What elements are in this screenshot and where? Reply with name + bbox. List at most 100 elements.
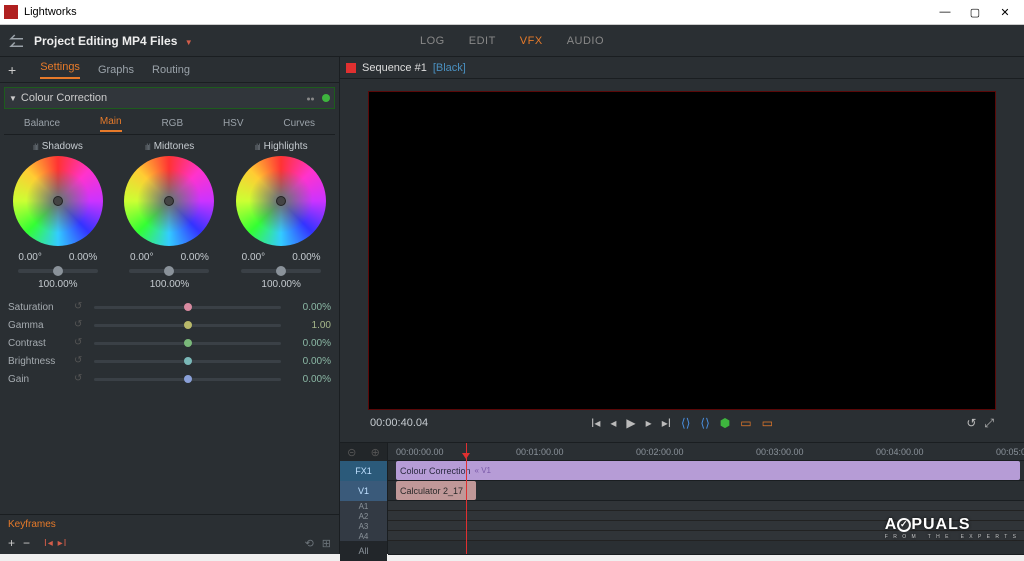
viewer-screen[interactable] xyxy=(368,91,996,410)
slider-value: 1.00 xyxy=(289,320,331,331)
slider-gamma[interactable]: Gamma ↺ 1.00 xyxy=(8,316,331,334)
mode-tab-edit[interactable]: EDIT xyxy=(469,35,496,47)
slider-value: 0.00% xyxy=(289,302,331,313)
track-label-all[interactable]: All xyxy=(340,541,387,561)
window-minimize-button[interactable]: — xyxy=(930,1,960,23)
subtab-main[interactable]: Main xyxy=(100,116,122,132)
shadows-gain-slider[interactable] xyxy=(18,269,98,273)
panel-tab-routing[interactable]: Routing xyxy=(152,64,190,76)
playhead[interactable] xyxy=(466,443,467,554)
track-v1[interactable]: Calculator 2_17 xyxy=(388,481,1024,501)
slider-brightness[interactable]: Brightness ↺ 0.00% xyxy=(8,352,331,370)
subtab-hsv[interactable]: HSV xyxy=(223,118,244,129)
slider-contrast[interactable]: Contrast ↺ 0.00% xyxy=(8,334,331,352)
midtones-gain-slider[interactable] xyxy=(129,269,209,273)
clip-calculator[interactable]: Calculator 2_17 xyxy=(396,481,476,500)
subtab-balance[interactable]: Balance xyxy=(24,118,60,129)
window-titlebar: Lightworks — ▢ ✕ xyxy=(0,0,1024,25)
slider-track[interactable] xyxy=(94,360,281,363)
mark-out-button[interactable]: ⟨⟩ xyxy=(700,416,709,430)
slider-track[interactable] xyxy=(94,306,281,309)
slider-name: Gain xyxy=(8,374,66,385)
window-maximize-button[interactable]: ▢ xyxy=(960,1,990,23)
reset-icon[interactable]: ↺ xyxy=(74,319,86,331)
slider-track[interactable] xyxy=(94,324,281,327)
reset-icon[interactable]: ↺ xyxy=(74,373,86,385)
app-icon xyxy=(4,5,18,19)
reset-icon[interactable]: ↺ xyxy=(74,337,86,349)
zoom-in-icon[interactable]: ⊕ xyxy=(371,446,380,459)
goto-start-button[interactable]: I◂ xyxy=(591,416,600,430)
ruler-mark: 00:05:00.00 xyxy=(996,447,1024,457)
layout-b-button[interactable]: ▭ xyxy=(762,416,773,430)
track-label-a4[interactable]: A4 xyxy=(340,531,387,541)
kf-graph-icon[interactable]: ⊞ xyxy=(322,537,331,550)
fullscreen-button[interactable]: ⤢ xyxy=(984,416,994,431)
timeline-area[interactable]: 00:00:00.00 00:01:00.00 00:02:00.00 00:0… xyxy=(388,443,1024,554)
park-button[interactable]: ⬢ xyxy=(720,416,730,430)
step-back-button[interactable]: ◂ xyxy=(610,416,616,430)
track-a4[interactable] xyxy=(388,531,1024,541)
shadows-deg: 0.00° xyxy=(18,252,41,263)
sequence-name[interactable]: Sequence #1 xyxy=(362,62,427,74)
slider-saturation[interactable]: Saturation ↺ 0.00% xyxy=(8,298,331,316)
app-title: Lightworks xyxy=(24,6,930,18)
panel-tab-graphs[interactable]: Graphs xyxy=(98,64,134,76)
subtab-curves[interactable]: Curves xyxy=(283,118,315,129)
subtab-rgb[interactable]: RGB xyxy=(161,118,183,129)
kf-transport[interactable]: I◂ ▸I xyxy=(44,538,67,549)
track-label-fx1[interactable]: FX1 xyxy=(340,461,387,481)
kf-add-button[interactable]: + xyxy=(8,536,15,550)
layout-a-button[interactable]: ▭ xyxy=(740,416,751,430)
track-a3[interactable] xyxy=(388,521,1024,531)
reset-icon[interactable]: ↺ xyxy=(74,355,86,367)
panel-tab-settings[interactable]: Settings xyxy=(40,61,80,79)
clip-colour-correction[interactable]: Colour Correction « V1 xyxy=(396,461,1020,480)
track-fx1[interactable]: Colour Correction « V1 xyxy=(388,461,1024,481)
enable-toggle[interactable] xyxy=(322,94,330,102)
reset-icon[interactable]: ↺ xyxy=(74,301,86,313)
slider-name: Brightness xyxy=(8,356,66,367)
wheel-midtones-picker[interactable] xyxy=(124,156,214,246)
ruler-mark: 00:00:00.00 xyxy=(396,447,444,457)
mode-tab-vfx[interactable]: VFX xyxy=(520,35,543,47)
loop-button[interactable]: ↺ xyxy=(966,416,976,431)
track-label-a3[interactable]: A3 xyxy=(340,521,387,531)
slider-track[interactable] xyxy=(94,342,281,345)
bars-icon: ılıl xyxy=(33,142,38,152)
track-label-v1[interactable]: V1 xyxy=(340,481,387,501)
timeline-ruler[interactable]: 00:00:00.00 00:01:00.00 00:02:00.00 00:0… xyxy=(388,443,1024,461)
track-all[interactable] xyxy=(388,541,1024,555)
goto-end-button[interactable]: ▸I xyxy=(662,416,671,430)
zoom-out-icon[interactable]: ⊝ xyxy=(347,446,356,459)
mark-in-button[interactable]: ⟨⟩ xyxy=(681,416,690,430)
kf-remove-button[interactable]: − xyxy=(23,536,30,550)
kf-link-icon[interactable]: ⟲ xyxy=(305,537,314,550)
window-close-button[interactable]: ✕ xyxy=(990,1,1020,23)
mode-tab-log[interactable]: LOG xyxy=(420,35,445,47)
panel-add-button[interactable]: + xyxy=(8,62,16,78)
gear-icon[interactable] xyxy=(304,92,316,104)
effect-title: Colour Correction xyxy=(21,92,304,104)
mode-tab-audio[interactable]: AUDIO xyxy=(567,35,604,47)
slider-gain[interactable]: Gain ↺ 0.00% xyxy=(8,370,331,388)
track-a2[interactable] xyxy=(388,511,1024,521)
slider-value: 0.00% xyxy=(289,338,331,349)
mode-tabs: LOG EDIT VFX AUDIO xyxy=(420,35,604,47)
wheel-highlights-picker[interactable] xyxy=(236,156,326,246)
step-fwd-button[interactable]: ▸ xyxy=(646,416,652,430)
slider-track[interactable] xyxy=(94,378,281,381)
play-button[interactable]: ▶ xyxy=(626,416,635,430)
back-button[interactable] xyxy=(8,32,26,50)
highlights-pct: 0.00% xyxy=(292,252,320,263)
track-label-a2[interactable]: A2 xyxy=(340,511,387,521)
track-label-a1[interactable]: A1 xyxy=(340,501,387,511)
colour-correction-header[interactable]: ▼ Colour Correction xyxy=(4,87,335,109)
wheel-label-highlights: Highlights xyxy=(264,141,308,152)
project-title[interactable]: Project Editing MP4 Files ▼ xyxy=(34,34,193,48)
highlights-gain-slider[interactable] xyxy=(241,269,321,273)
wheel-shadows-picker[interactable] xyxy=(13,156,103,246)
wheel-shadows: ılılShadows 0.00°0.00% 100.00% xyxy=(5,141,111,290)
viewer-timecode: 00:00:40.04 xyxy=(370,417,428,429)
track-a1[interactable] xyxy=(388,501,1024,511)
